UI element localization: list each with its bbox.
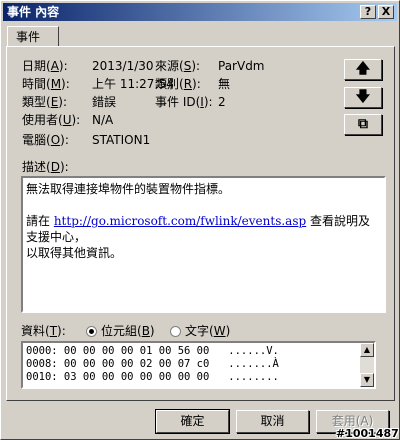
hex-row: 0008: 00 00 00 00 02 00 07 c0 .......À <box>26 358 279 370</box>
data-hex-box[interactable]: 0000: 00 00 00 00 01 00 56 00 ......V. 00… <box>21 341 376 389</box>
radio-words[interactable] <box>170 326 181 337</box>
data-scrollbar[interactable]: ▲ ▼ <box>360 343 374 387</box>
category-label: 類別(R): <box>155 77 201 91</box>
user-label: 使用者(U): <box>22 113 81 127</box>
next-event-button[interactable]: 🡇 <box>344 87 382 108</box>
event-id-value: 2 <box>218 95 226 109</box>
hex-row: 0000: 00 00 00 00 01 00 56 00 ......V. <box>26 345 279 357</box>
close-button[interactable]: X <box>378 5 394 19</box>
type-value: 錯誤 <box>92 95 117 109</box>
event-id-label: 事件 ID(I): <box>155 95 213 109</box>
cancel-button[interactable]: 取消 <box>236 410 309 433</box>
copy-icon: ⧉ <box>358 116 368 132</box>
scroll-down-button[interactable]: ▼ <box>360 373 374 387</box>
type-label: 類型(E): <box>22 95 68 109</box>
scroll-up-button[interactable]: ▲ <box>360 343 374 357</box>
help-button[interactable]: ? <box>360 5 376 19</box>
date-label: 日期(A): <box>22 59 68 73</box>
help-icon: ? <box>364 5 372 18</box>
triangle-down-icon: ▼ <box>363 375 371 384</box>
watermark: #1001487 <box>336 427 399 440</box>
source-value: ParVdm <box>218 59 265 73</box>
radio-bytes[interactable] <box>86 326 97 337</box>
radio-bytes-label[interactable]: 位元組(B) <box>101 324 155 339</box>
copy-button[interactable]: ⧉ <box>344 114 382 135</box>
time-label: 時間(M): <box>22 77 70 91</box>
tab-event[interactable]: 事件 <box>7 26 59 47</box>
description-line-1: 無法取得連接埠物件的裝置物件指標。 <box>26 182 231 196</box>
source-label: 來源(S): <box>155 59 201 73</box>
triangle-up-icon: ▲ <box>363 345 371 354</box>
description-line-2: 請在 http://go.microsoft.com/fwlink/events… <box>26 214 371 244</box>
category-value: 無 <box>218 77 231 91</box>
ok-button[interactable]: 確定 <box>155 409 230 434</box>
computer-value: STATION1 <box>92 133 151 147</box>
arrow-up-icon: 🡅 <box>355 61 371 77</box>
description-label: 描述(D): <box>22 160 69 174</box>
date-value: 2013/1/30 <box>92 59 154 73</box>
description-textbox[interactable]: 無法取得連接埠物件的裝置物件指標。 請在 http://go.microsoft… <box>21 176 386 313</box>
previous-event-button[interactable]: 🡅 <box>344 59 382 80</box>
title-bar: 事件 內容 ? X <box>3 3 397 21</box>
window-title: 事件 內容 <box>7 5 60 19</box>
help-link[interactable]: http://go.microsoft.com/fwlink/events.as… <box>54 214 306 228</box>
user-value: N/A <box>92 113 114 127</box>
radio-words-label[interactable]: 文字(W) <box>185 324 230 339</box>
hex-row: 0010: 03 00 00 00 00 00 00 00 ........ <box>26 371 279 383</box>
close-icon: X <box>381 5 391 18</box>
tab-event-label: 事件 <box>16 30 41 44</box>
arrow-down-icon: 🡇 <box>355 89 371 105</box>
description-line-3: 以取得其他資訊。 <box>26 246 123 260</box>
computer-label: 電腦(O): <box>22 133 69 147</box>
data-label: 資料(T): <box>21 324 66 338</box>
event-properties-window: 事件 內容 ? X 事件 日期(A): 2013/1/30 時間(M): 上午 … <box>0 0 400 440</box>
